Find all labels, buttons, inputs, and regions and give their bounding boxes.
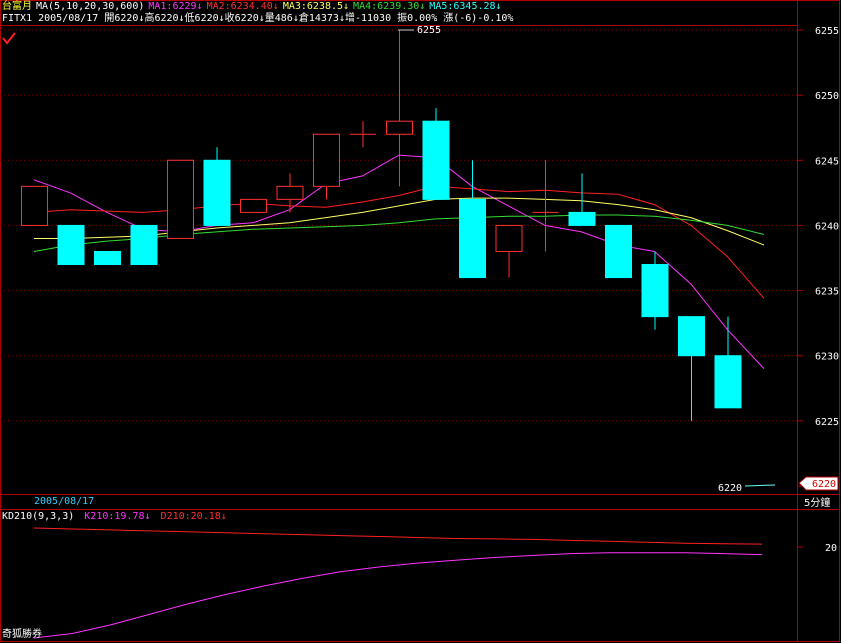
candle-body-down — [422, 120, 450, 200]
y-tick-label: 6255 — [815, 26, 839, 37]
y-tick-label: 6240 — [815, 221, 839, 232]
instrument-title: 台富月 — [2, 1, 32, 12]
candle-body-down — [459, 198, 486, 279]
k-value-label: K210:19.78↓ — [84, 511, 150, 522]
d-value-label: D210:20.18↓ — [161, 511, 227, 522]
quote-line: FITX1 2005/08/17 開6220↓高6220↓低6220↓收6220… — [2, 13, 514, 24]
candle-body-up — [167, 159, 194, 239]
candle-body-down — [203, 159, 231, 226]
kd-subchart: 20 — [33, 527, 837, 639]
kd-title: KD210(9,3,3) — [2, 511, 74, 522]
sub-period-label: 5分鐘 — [804, 496, 830, 509]
candlesticks — [21, 30, 742, 421]
candle-body-down — [641, 264, 669, 318]
max-price-label: 6255 — [417, 25, 441, 36]
candle — [422, 108, 450, 200]
last-price-inline-label: 6220 — [718, 483, 742, 494]
ma-periods: MA(5,10,20,30,600) — [36, 1, 145, 12]
candle — [240, 198, 267, 213]
candle — [459, 160, 486, 279]
last-price-dash — [744, 484, 776, 487]
candle-body-down — [678, 316, 705, 357]
candle — [57, 224, 85, 266]
candle-body-down — [605, 224, 632, 279]
chart-canvas: 6255 6250 6245 6240 6235 6230 6225 20 6255 622… — [0, 0, 840, 642]
candle — [94, 250, 121, 266]
candle-body-up — [21, 185, 48, 226]
d-line — [33, 527, 763, 545]
k-line — [33, 552, 763, 639]
sub-date-label: 2005/08/17 — [34, 496, 94, 507]
ma1-value: MA1:6229↓ — [148, 1, 203, 12]
last-price-tag-label: 6220 — [812, 479, 836, 490]
ma4-value: MA4:6239.30↓ — [353, 1, 426, 12]
candle-body-up — [386, 120, 413, 135]
candle — [167, 159, 194, 239]
candle — [21, 185, 48, 226]
candle-body-up — [276, 185, 304, 200]
candle-body-down — [568, 211, 596, 226]
candle — [350, 121, 376, 148]
price-axis: 6255 6250 6245 6240 6235 6230 6225 — [797, 26, 839, 487]
ma2-value: MA2:6234.40↓ — [206, 1, 279, 12]
y-tick-label: 6250 — [815, 91, 839, 102]
candle — [203, 147, 231, 226]
ma3-value: MA3:6238.5↓ — [282, 1, 350, 12]
y-tick-label: 6245 — [815, 156, 839, 167]
candle-body-up — [240, 198, 267, 213]
candle-body-up — [495, 224, 523, 252]
candle — [605, 224, 632, 279]
y-tick-label: 6235 — [815, 287, 839, 298]
sub-title-label: KD210(9,3,3) K210:19.78↓ D210:20.18↓ — [2, 511, 227, 522]
chart-frame — [0, 0, 840, 642]
candle — [495, 224, 523, 278]
candle-body-down — [130, 224, 158, 266]
candle — [386, 30, 413, 187]
candle — [130, 224, 158, 266]
candle-body-down — [714, 355, 742, 409]
ma-header: 台富月 MA(5,10,20,30,600) MA1:6229↓ MA2:6234.4… — [2, 1, 506, 13]
y-tick-label: 6230 — [815, 352, 839, 363]
quote-header: FITX1 2005/08/17 開6220↓高6220↓低6220↓收6220… — [2, 13, 517, 25]
sub-y-tick-label: 20 — [825, 543, 837, 554]
brand-label: 奇狐勝券 — [2, 627, 42, 640]
y-tick-label: 6225 — [815, 417, 839, 428]
candle — [568, 173, 596, 226]
candle-body-down — [94, 250, 121, 266]
ma5-value: MA5:6345.28↓ — [429, 1, 502, 12]
candle-body-up — [313, 133, 340, 187]
candle-body-down — [57, 224, 85, 266]
candle — [641, 251, 669, 330]
check-mark-icon — [2, 32, 16, 45]
candle — [714, 316, 742, 409]
price-grid — [0, 29, 797, 422]
candle — [678, 316, 705, 421]
candle — [532, 160, 559, 252]
